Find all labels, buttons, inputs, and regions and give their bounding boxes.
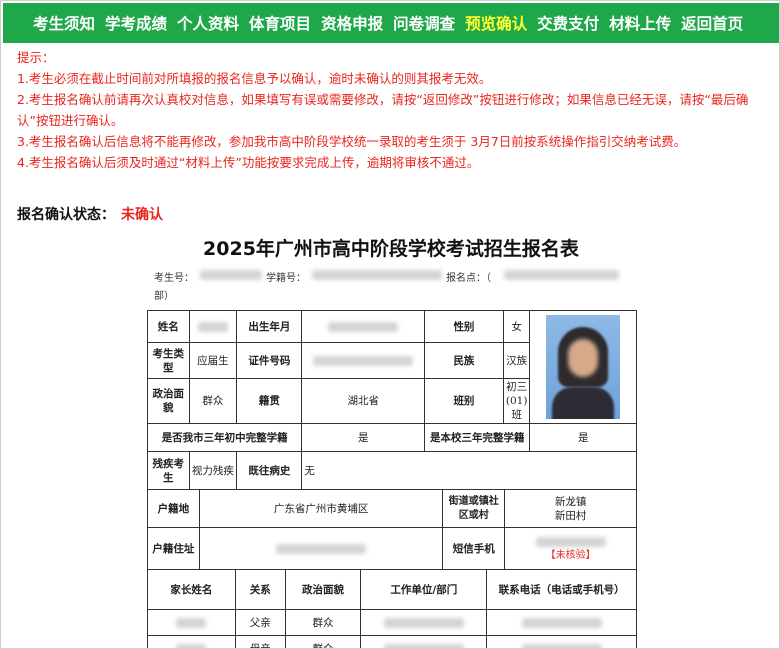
parents-table: 家长姓名 关系 政治面貌 工作单位/部门 联系电话（电话或手机号） 父亲 群众 … [147, 569, 637, 648]
street-value-1: 新龙镇 [554, 495, 587, 508]
parent-politic: 群众 [284, 635, 362, 648]
type-label: 考生类型 [147, 342, 190, 379]
sms-label: 短信手机 [442, 527, 506, 570]
address-table: 户籍地 广东省广州市黄埔区 街道或镇社区或村 新龙镇 新田村 户籍住址 短信手机… [147, 489, 637, 570]
politic-value: 群众 [188, 378, 238, 424]
parent-relation: 母亲 [234, 635, 286, 648]
class-value: 初三(01)班 [502, 378, 531, 424]
relation-header: 关系 [234, 569, 286, 610]
form-title: 2025年广州市高中阶段学校考试招生报名表 [203, 238, 579, 260]
tip-line-1: 1.考生必须在截止时间前对所填报的报名信息予以确认，逾时未确认的则其报考无效。 [17, 71, 492, 86]
parent-workplace-redacted [360, 609, 488, 636]
parent-name-header: 家长姓名 [147, 569, 236, 610]
q1-label: 是否我市三年初中完整学籍 [146, 423, 303, 452]
q2-label: 是本校三年完整学籍 [424, 423, 531, 452]
ethnic-label: 民族 [424, 342, 504, 379]
status-value: 未确认 [121, 207, 163, 223]
nav-item-home[interactable]: 返回首页 [681, 12, 743, 34]
student-photo [546, 315, 621, 419]
ethnic-value: 汉族 [502, 342, 531, 379]
exam-no-redacted [200, 269, 262, 280]
nav-item-qualification[interactable]: 资格申报 [321, 12, 383, 34]
registration-table: 姓名 出生年月 性别 女 考生类型 应届生 证件号码 民族 汉族 政治面貌 群众… [146, 310, 637, 490]
street-value-2: 新田村 [554, 509, 587, 522]
top-nav: 考生须知 学考成绩 个人资料 体育项目 资格申报 问卷调查 预览确认 交费支付 … [3, 3, 779, 43]
sms-redacted [507, 535, 634, 549]
school-no-label: 学籍号： [266, 273, 306, 284]
addr-label: 户籍住址 [147, 527, 200, 570]
page-frame: 考生须知 学考成绩 个人资料 体育项目 资格申报 问卷调查 预览确认 交费支付 … [0, 0, 780, 649]
name-redacted [188, 310, 238, 343]
sms-cell: 【未核验】 [504, 527, 637, 570]
photo-cell [529, 310, 637, 424]
site-tail: 部） [154, 291, 174, 302]
disabled-label: 残疾考生 [147, 451, 190, 490]
history-label: 既往病史 [236, 451, 303, 490]
table-row: 父亲 群众 [147, 609, 637, 636]
street-label: 街道或镇社区或村 [442, 489, 506, 528]
parent-relation: 父亲 [234, 609, 286, 636]
disabled-value: 视力残疾 [188, 451, 238, 490]
nav-item-sports[interactable]: 体育项目 [249, 12, 311, 34]
site-label: 报名点：（ [446, 273, 491, 284]
huji-value: 广东省广州市黄埔区 [198, 489, 444, 528]
site-redacted [504, 269, 619, 280]
table-row: 母亲 群众 [147, 635, 637, 648]
birth-redacted [301, 310, 426, 343]
addr-redacted [198, 527, 444, 570]
nav-item-preview-confirm[interactable]: 预览确认 [465, 12, 527, 34]
tips-panel: 提示： 1.考生必须在截止时间前对所填报的报名信息予以确认，逾时未确认的则其报考… [17, 47, 765, 173]
id-redacted [301, 342, 426, 379]
tip-line-2: 2.考生报名确认前请再次认真校对信息，如果填写有误或需要修改，请按“返回修改”按… [17, 92, 749, 128]
nav-item-scores[interactable]: 学考成绩 [105, 12, 167, 34]
school-no-redacted [312, 269, 442, 280]
nav-item-profile[interactable]: 个人资料 [177, 12, 239, 34]
parent-name-redacted [147, 609, 236, 636]
tips-heading: 提示： [17, 50, 55, 65]
native-value: 湖北省 [301, 378, 426, 424]
gender-value: 女 [502, 310, 531, 343]
tip-line-4: 4.考生报名确认后须及时通过“材料上传”功能按要求完成上传，逾期将审核不通过。 [17, 155, 480, 170]
gender-label: 性别 [424, 310, 504, 343]
id-label: 证件号码 [236, 342, 303, 379]
nav-item-upload[interactable]: 材料上传 [609, 12, 671, 34]
q1-value: 是 [301, 423, 426, 452]
politic-label: 政治面貌 [147, 378, 190, 424]
parent-politic-header: 政治面貌 [284, 569, 362, 610]
birth-label: 出生年月 [236, 310, 303, 343]
nav-item-payment[interactable]: 交费支付 [537, 12, 599, 34]
exam-no-label: 考生号： [154, 273, 194, 284]
parent-phone-redacted [486, 635, 637, 648]
sms-unverified: 【未核验】 [545, 549, 596, 561]
phone-header: 联系电话（电话或手机号） [486, 569, 637, 610]
name-label: 姓名 [147, 310, 190, 343]
class-label: 班别 [424, 378, 504, 424]
history-value: 无 [301, 451, 637, 490]
native-label: 籍贯 [236, 378, 303, 424]
type-value: 应届生 [188, 342, 238, 379]
parent-name-redacted [147, 635, 236, 648]
q2-value: 是 [529, 423, 637, 452]
nav-item-notice[interactable]: 考生须知 [33, 12, 95, 34]
parent-phone-redacted [486, 609, 637, 636]
workplace-header: 工作单位/部门 [360, 569, 488, 610]
parent-workplace-redacted [360, 635, 488, 648]
nav-item-survey[interactable]: 问卷调查 [393, 12, 455, 34]
status-label: 报名确认状态： [17, 207, 115, 223]
parent-politic: 群众 [284, 609, 362, 636]
confirm-status: 报名确认状态： 未确认 [17, 204, 163, 224]
tip-line-3: 3.考生报名确认后信息将不能再修改，参加我市高中阶段学校统一录取的考生须于 3月… [17, 134, 687, 149]
street-cell: 新龙镇 新田村 [504, 489, 637, 528]
huji-label: 户籍地 [147, 489, 200, 528]
